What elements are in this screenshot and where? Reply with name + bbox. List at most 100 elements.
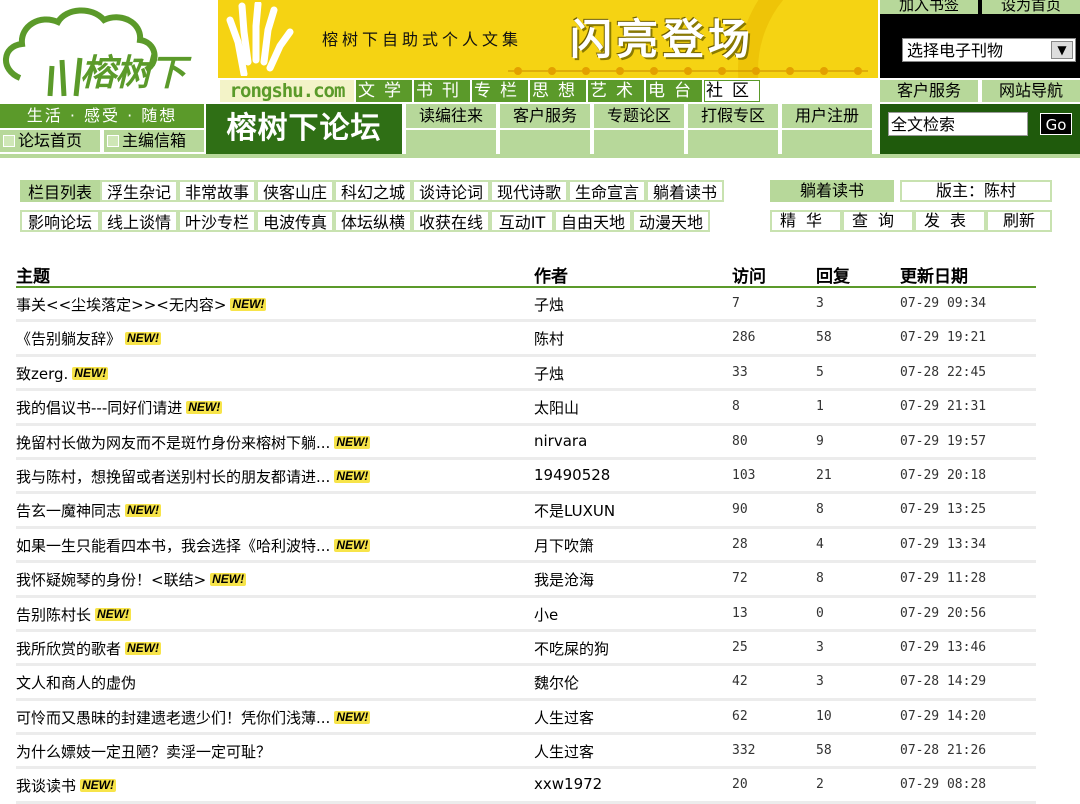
topic-title: 致zerg. xyxy=(16,364,69,383)
set-homepage-link[interactable]: 设为首页 xyxy=(982,0,1080,14)
slogan-bar: 生活 · 感受 · 随想 xyxy=(0,104,204,128)
channel-thought[interactable]: 思想 xyxy=(530,80,586,102)
forum-home-link[interactable]: 论坛首页 xyxy=(0,130,100,152)
topic-link[interactable]: 我与陈村，想挽留或者送别村长的朋友都请进... NEW! xyxy=(16,466,371,487)
category-link[interactable]: 生命宣言 xyxy=(568,180,646,202)
category-link[interactable]: 非常故事 xyxy=(178,180,256,202)
category-link[interactable]: 浮生杂记 xyxy=(100,180,178,202)
author-link[interactable]: 我是沧海 xyxy=(534,569,594,590)
author-link[interactable]: 子烛 xyxy=(534,294,564,315)
topic-link[interactable]: 事关<<尘埃落定>><无内容> NEW! xyxy=(16,294,267,315)
category-link[interactable]: 体坛纵横 xyxy=(334,210,412,232)
update-date: 07-29 20:18 xyxy=(900,467,987,483)
topic-link[interactable]: 告别陈村长 NEW! xyxy=(16,604,132,625)
channel-books[interactable]: 书刊 xyxy=(414,80,470,102)
promo-banner[interactable]: 榕树下自助式个人文集 闪亮登场 xyxy=(218,0,878,78)
post-button[interactable]: 发表 xyxy=(914,210,986,232)
visit-count: 72 xyxy=(732,571,748,587)
author-link[interactable]: 小e xyxy=(534,604,558,625)
forum-nav-customer-service[interactable]: 客户服务 xyxy=(500,104,590,128)
query-button[interactable]: 查询 xyxy=(842,210,914,232)
author-link[interactable]: 陈村 xyxy=(534,328,564,349)
forum-nav-register[interactable]: 用户注册 xyxy=(782,104,872,128)
update-date: 07-29 08:28 xyxy=(900,777,987,793)
category-link[interactable]: 影响论坛 xyxy=(20,210,100,232)
topic-link[interactable]: 致zerg. NEW! xyxy=(16,363,109,384)
site-domain-link[interactable]: rongshu.com xyxy=(220,80,354,102)
new-badge: NEW! xyxy=(210,572,247,587)
visit-count: 62 xyxy=(732,708,748,724)
author-link[interactable]: 太阳山 xyxy=(534,397,579,418)
column-header-date[interactable]: 更新日期 xyxy=(900,262,968,287)
table-row: 挽留村长做为网友而不是斑竹身份来榕树下躺... NEW! nirvara 80 9 07-… xyxy=(16,426,1036,460)
author-link[interactable]: 人生过客 xyxy=(534,741,594,762)
customer-service-link[interactable]: 客户服务 xyxy=(880,80,978,102)
category-link[interactable]: 现代诗歌 xyxy=(490,180,568,202)
author-link[interactable]: 子烛 xyxy=(534,363,564,384)
author-link[interactable]: 人生过客 xyxy=(534,707,594,728)
editor-mailbox-link[interactable]: 主编信箱 xyxy=(104,130,204,152)
topic-link[interactable]: 《告别躺友辞》 NEW! xyxy=(16,328,162,349)
search-go-button[interactable]: Go xyxy=(1040,113,1072,135)
category-link[interactable]: 互动IT xyxy=(490,210,554,232)
chevron-down-icon[interactable]: ▼ xyxy=(1051,41,1073,59)
reply-count: 1 xyxy=(816,399,824,415)
site-nav-link[interactable]: 网站导航 xyxy=(982,80,1080,102)
digest-button[interactable]: 精华 xyxy=(770,210,842,232)
topic-link[interactable]: 文人和商人的虚伪 xyxy=(16,672,136,693)
table-body: 事关<<尘埃落定>><无内容> NEW! 子烛 7 3 07-29 09:34 《告别躺友辞… xyxy=(16,288,1036,804)
column-header-replies[interactable]: 回复 xyxy=(816,262,850,287)
reply-count: 0 xyxy=(816,605,824,621)
category-link[interactable]: 科幻之城 xyxy=(334,180,412,202)
forum-title[interactable]: 榕树下论坛 xyxy=(206,104,402,154)
channel-art[interactable]: 艺术 xyxy=(588,80,644,102)
topic-link[interactable]: 可怜而又愚昧的封建遗老遗少们！凭你们浅薄... NEW! xyxy=(16,707,371,728)
header-divider xyxy=(0,154,1080,158)
author-link[interactable]: 魏尔伦 xyxy=(534,672,579,693)
topic-link[interactable]: 挽留村长做为网友而不是斑竹身份来榕树下躺... NEW! xyxy=(16,432,371,453)
category-link[interactable]: 侠客山庄 xyxy=(256,180,334,202)
category-link[interactable]: 收获在线 xyxy=(412,210,490,232)
category-link[interactable]: 线上谈情 xyxy=(100,210,178,232)
forum-nav-anti-fake[interactable]: 打假专区 xyxy=(688,104,778,128)
category-link[interactable]: 谈诗论词 xyxy=(412,180,490,202)
category-link[interactable]: 自由天地 xyxy=(554,210,632,232)
magazine-select[interactable]: 选择电子刊物 ▼ xyxy=(902,38,1076,62)
author-link[interactable]: nirvara xyxy=(534,432,587,450)
channel-literature[interactable]: 文学 xyxy=(356,80,412,102)
category-link[interactable]: 叶沙专栏 xyxy=(178,210,256,232)
topic-link[interactable]: 如果一生只能看四本书，我会选择《哈利波特... NEW! xyxy=(16,535,371,556)
channel-columns[interactable]: 专栏 xyxy=(472,80,528,102)
channel-radio[interactable]: 电台 xyxy=(646,80,702,102)
topic-link[interactable]: 为什么嫖妓一定丑陋？卖淫一定可耻？ xyxy=(16,741,271,762)
author-link[interactable]: 19490528 xyxy=(534,466,610,484)
author-link[interactable]: 不吃屎的狗 xyxy=(534,638,609,659)
channel-community[interactable]: 社区 xyxy=(704,80,760,102)
topic-link[interactable]: 我谈读书 NEW! xyxy=(16,775,117,796)
topic-link[interactable]: 我的倡议书---同好们请进 NEW! xyxy=(16,397,223,418)
new-badge: NEW! xyxy=(334,434,371,449)
table-row: 为什么嫖妓一定丑陋？卖淫一定可耻？ 人生过客 332 58 07-28 21:26 xyxy=(16,735,1036,770)
reply-count: 8 xyxy=(816,502,824,518)
topic-link[interactable]: 我怀疑婉琴的身份！<联结> NEW! xyxy=(16,569,247,590)
column-header-visits[interactable]: 访问 xyxy=(732,262,766,287)
topic-link[interactable]: 告玄一魔神同志 NEW! xyxy=(16,500,162,521)
column-header-author[interactable]: 作者 xyxy=(534,262,568,287)
category-link[interactable]: 躺着读书 xyxy=(646,180,724,202)
column-header-title[interactable]: 主题 xyxy=(16,262,50,287)
topic-link[interactable]: 我所欣赏的歌者 NEW! xyxy=(16,638,162,659)
category-link[interactable]: 动漫天地 xyxy=(632,210,710,232)
author-link[interactable]: 不是LUXUN xyxy=(534,500,615,521)
refresh-button[interactable]: 刷新 xyxy=(986,210,1052,232)
table-row: 我所欣赏的歌者 NEW! 不吃屎的狗 25 3 07-29 13:46 xyxy=(16,632,1036,667)
category-link[interactable]: 电波传真 xyxy=(256,210,334,232)
forum-nav-reader-editor[interactable]: 读编往来 xyxy=(406,104,496,128)
search-input[interactable]: 全文检索 xyxy=(888,112,1028,136)
visit-count: 80 xyxy=(732,433,748,449)
author-link[interactable]: 月下吹箫 xyxy=(534,535,594,556)
site-logo[interactable]: 榕树下 xyxy=(0,0,216,100)
author-link[interactable]: xxw1972 xyxy=(534,775,602,793)
forum-nav-special-topics[interactable]: 专题论区 xyxy=(594,104,684,128)
add-bookmark-link[interactable]: 加入书签 xyxy=(880,0,978,14)
board-moderator[interactable]: 版主：陈村 xyxy=(900,180,1052,202)
